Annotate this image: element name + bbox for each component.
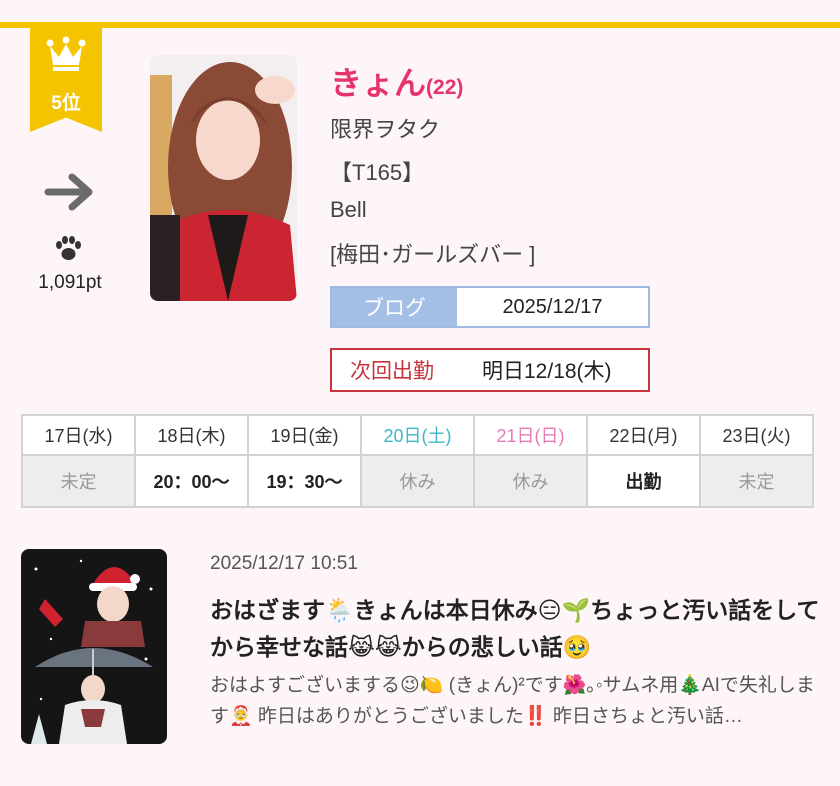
- schedule-status: 休み: [473, 454, 588, 508]
- cast-age: (22): [426, 76, 464, 99]
- points-value: 1,091pt: [38, 272, 102, 293]
- right-arrow-icon: [44, 173, 93, 211]
- cast-photo[interactable]: [150, 55, 297, 301]
- blog-label: ブログ: [332, 288, 457, 326]
- schedule-days-row: 17日(水) 18日(木) 19日(金) 20日(土) 21日(日) 22日(月…: [21, 414, 814, 456]
- top-accent-bar: [0, 22, 840, 28]
- post-thumbnail[interactable]: [21, 549, 167, 744]
- next-shift-box: 次回出勤 明日12/18(木): [330, 348, 650, 392]
- rank-label: 5位: [51, 93, 81, 114]
- schedule-status-working: 19：30〜: [247, 454, 362, 508]
- blog-date: 2025/12/17: [457, 288, 648, 326]
- schedule-day-saturday: 20日(土): [360, 414, 475, 456]
- schedule-status: 未定: [21, 454, 136, 508]
- post-datetime: 2025/12/17 10:51: [210, 553, 358, 574]
- cast-catchphrase: 限界ヲタク: [330, 117, 441, 142]
- post-title[interactable]: おはざます🌦️きょんは本日休み😑🌱ちょっと汚い話をしてから幸せな話😹😹からの悲し…: [210, 592, 820, 666]
- weekly-schedule-table: 17日(水) 18日(木) 19日(金) 20日(土) 21日(日) 22日(月…: [21, 414, 814, 508]
- schedule-status-row: 未定 20：00〜 19：30〜 休み 休み 出勤 未定: [21, 454, 814, 508]
- post-excerpt[interactable]: おはよすございまする😉🍋 (きょん)²です🌺｡◦サムネ用🎄AIで失礼します🤶 昨…: [210, 670, 820, 732]
- schedule-day: 17日(水): [21, 414, 136, 456]
- schedule-status-working: 出勤: [586, 454, 701, 508]
- rank-badge: 5位: [30, 28, 102, 132]
- cast-name-row[interactable]: きょん(22): [330, 58, 463, 104]
- schedule-day: 22日(月): [586, 414, 701, 456]
- schedule-day-sunday: 21日(日): [473, 414, 588, 456]
- post-thumbnail-image: [21, 549, 167, 744]
- next-shift-value: 明日12/18(木): [482, 360, 612, 383]
- crown-icon: [46, 36, 86, 71]
- cast-name[interactable]: きょん: [330, 65, 426, 101]
- schedule-status: 未定: [699, 454, 814, 508]
- next-shift-label: 次回出勤: [350, 360, 434, 383]
- schedule-status: 休み: [360, 454, 475, 508]
- cast-height: 【T165】: [330, 160, 425, 185]
- paw-icon: [56, 236, 81, 260]
- cast-portrait-image: [150, 55, 297, 301]
- schedule-day: 18日(木): [134, 414, 249, 456]
- schedule-status-working: 20：00〜: [134, 454, 249, 508]
- blog-button[interactable]: ブログ 2025/12/17: [330, 286, 650, 328]
- shop-area: [梅田･ガールズバー ]: [330, 242, 536, 267]
- schedule-day: 23日(火): [699, 414, 814, 456]
- schedule-day: 19日(金): [247, 414, 362, 456]
- shop-name[interactable]: Bell: [330, 197, 367, 223]
